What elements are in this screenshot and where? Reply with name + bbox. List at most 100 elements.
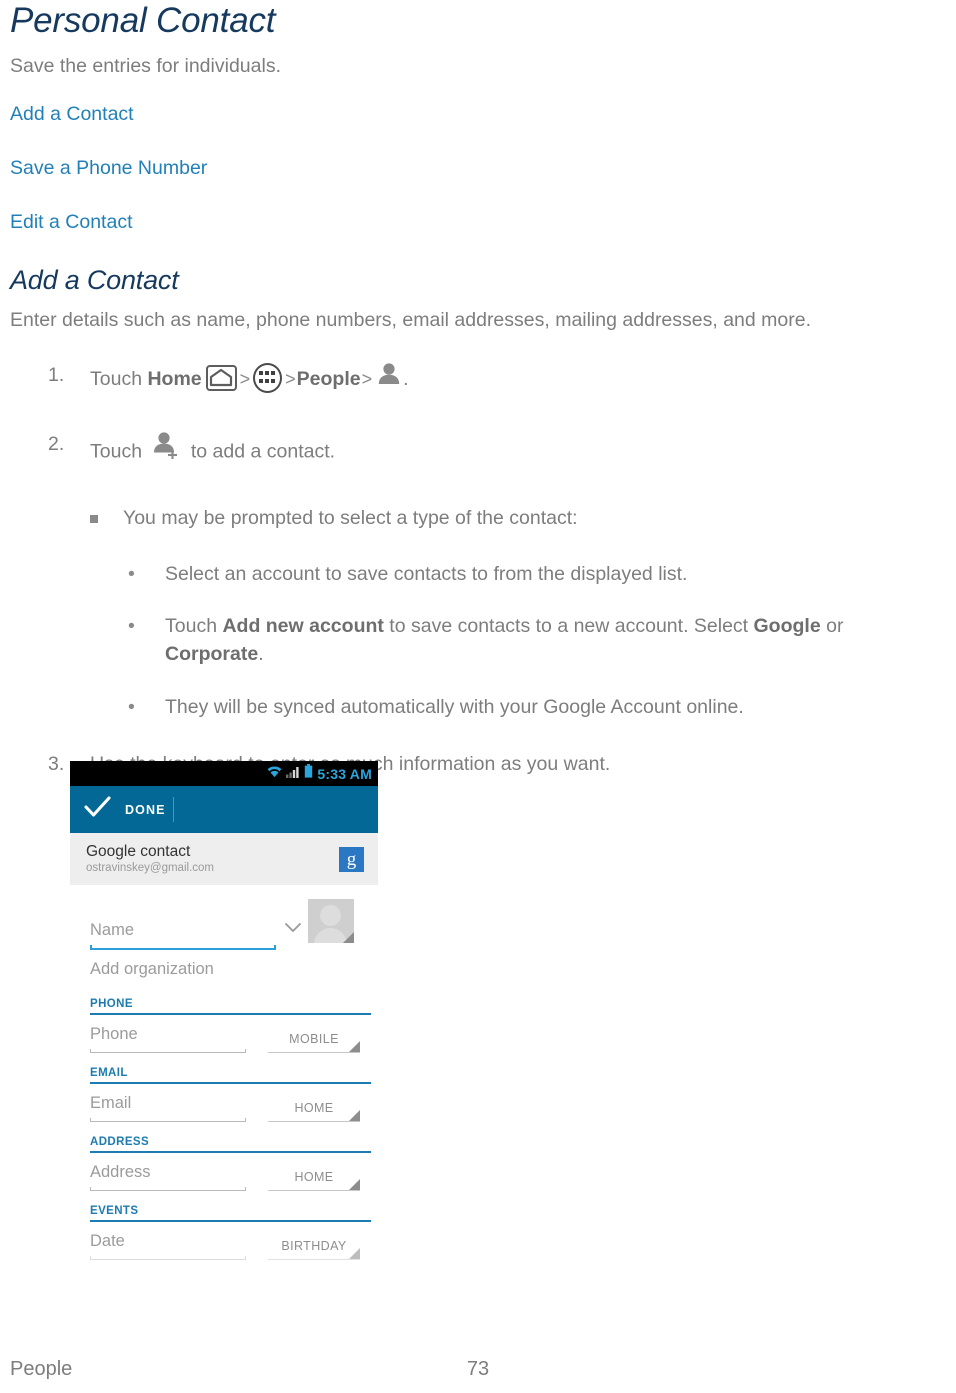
add-organization-row[interactable]: Add organization [70,960,378,984]
page-footer: People 73 [0,1358,956,1393]
substep-dot-2-bold-google: Google [753,615,821,638]
page-title: Personal Contact [10,1,276,40]
email-input-underline [90,1118,246,1122]
step-2: 2. Touch to add a contact. [10,431,946,473]
link-edit-a-contact[interactable]: Edit a Contact [10,209,946,235]
intro-paragraph: Save the entries for individuals. [10,54,281,77]
phone-type-triangle-icon [349,1041,360,1052]
phone-section: PHONE Phone MOBILE [70,998,378,1053]
substep-dot-2-part2: to save contacts to a new account. Selec… [383,615,754,638]
phone-input-hint: Phone [90,1025,138,1043]
date-field-row[interactable]: Date BIRTHDAY [70,1232,378,1260]
steps-list: 1. Touch Home > >People>. 2. Touch to add … [10,362,946,779]
step-2-pre: Touch [90,440,148,463]
address-input[interactable]: Address [90,1163,246,1191]
add-organization-label: Add organization [90,960,214,978]
step-1-bold-home: Home [147,367,202,390]
email-type-underline [268,1110,360,1122]
section-heading: Add a Contact [10,264,179,295]
status-clock: 5:33 AM [317,765,372,782]
contact-photo-placeholder[interactable] [308,899,354,943]
substep-dot-1-text: Select an account to save contacts to fr… [165,562,688,585]
battery-icon [304,764,313,783]
email-field-row[interactable]: Email HOME [70,1094,378,1122]
phone-type-selector[interactable]: MOBILE [268,1032,360,1053]
substep-square: You may be prompted to select a type of … [10,505,946,532]
step-1-separator-3: > [361,368,373,389]
email-section-rule [90,1082,371,1084]
email-type-selector[interactable]: HOME [268,1101,360,1122]
android-action-bar: DONE [70,786,378,833]
step-1-separator-2: > [285,368,296,389]
events-section: EVENTS Date BIRTHDAY [70,1205,378,1260]
address-section-label: ADDRESS [90,1136,150,1148]
phone-field-row[interactable]: Phone MOBILE [70,1025,378,1053]
substep-dot-2-part1: Touch [165,615,223,638]
name-field-row[interactable]: Name [70,899,378,950]
date-type-label: BIRTHDAY [281,1239,347,1253]
account-name: Google contact [86,842,191,860]
events-section-rule [90,1220,371,1222]
android-status-bar: 5:33 AM [70,761,378,786]
step-1-pre: Touch [90,367,148,390]
phone-screenshot: 5:33 AM DONE Google contact ostravinskey… [70,761,378,1265]
google-logo-icon: g [339,846,364,872]
date-input-underline [90,1256,246,1260]
name-input-hint: Name [90,921,135,939]
link-list: Add a Contact Save a Phone Number Edit a… [10,101,946,236]
events-section-label: EVENTS [90,1205,139,1217]
phone-type-underline [268,1041,360,1053]
address-input-hint: Address [90,1163,151,1181]
chevron-down-icon[interactable] [284,920,302,938]
link-add-a-contact[interactable]: Add a Contact [10,101,946,127]
step-1-bold-people: People [296,367,361,390]
step-1: 1. Touch Home > >People>. [10,362,946,397]
link-save-a-phone-number[interactable]: Save a Phone Number [10,155,946,181]
phone-input[interactable]: Phone [90,1025,246,1053]
substep-square-text: You may be prompted to select a type of … [123,507,578,530]
email-section: EMAIL Email HOME [70,1067,378,1122]
substep-dot-2-part4: . [258,643,264,666]
step-2-post: to add a contact. [185,440,336,463]
address-section-rule [90,1151,371,1153]
photo-corner-triangle-icon [343,932,354,943]
signal-bars-icon [286,765,300,783]
name-input[interactable]: Name [90,921,276,950]
phone-type-label: MOBILE [289,1032,339,1046]
substep-dot-2-bold-add-new-account: Add new account [222,615,384,638]
step-1-post: . [403,367,409,390]
phone-section-rule [90,1013,371,1015]
address-input-underline [90,1187,246,1191]
phone-section-label: PHONE [90,998,133,1010]
step-1-number: 1. [48,363,65,386]
dot-bullet-icon-3: • [128,695,135,718]
email-type-label: HOME [294,1101,334,1115]
contact-form: Name Add organization PHONE Phone MOBILE… [70,899,378,1260]
address-type-underline [268,1179,360,1191]
address-field-row[interactable]: Address HOME [70,1163,378,1191]
date-type-selector[interactable]: BIRTHDAY [268,1239,360,1260]
document-page: Personal Contact Save the entries for in… [0,0,956,1393]
avatar-head-shape [320,905,341,926]
dot-bullet-icon-1: • [128,562,135,585]
done-button-label[interactable]: DONE [125,803,166,817]
address-type-triangle-icon [349,1179,360,1190]
person-icon [377,362,401,393]
date-input[interactable]: Date [90,1232,246,1260]
step-2-number: 2. [48,433,65,456]
date-input-hint: Date [90,1232,125,1250]
step-1-separator-1: > [239,368,251,389]
section-intro: Enter details such as name, phone number… [10,309,812,332]
account-selector-row[interactable]: Google contact ostravinskey@gmail.com g [70,833,378,885]
email-input[interactable]: Email [90,1094,246,1122]
action-bar-divider [173,797,174,822]
substep-dot-2-bold-corporate: Corporate [165,643,259,666]
address-type-selector[interactable]: HOME [268,1170,360,1191]
substep-dot-2-part3: or [820,615,844,638]
substep-dot-1: • Select an account to save contacts to … [10,561,946,589]
account-text-block: Google contact ostravinskey@gmail.com [86,842,214,876]
account-email: ostravinskey@gmail.com [86,862,214,875]
checkmark-icon[interactable] [84,796,111,823]
home-icon [205,364,237,391]
name-input-underline [90,945,276,950]
